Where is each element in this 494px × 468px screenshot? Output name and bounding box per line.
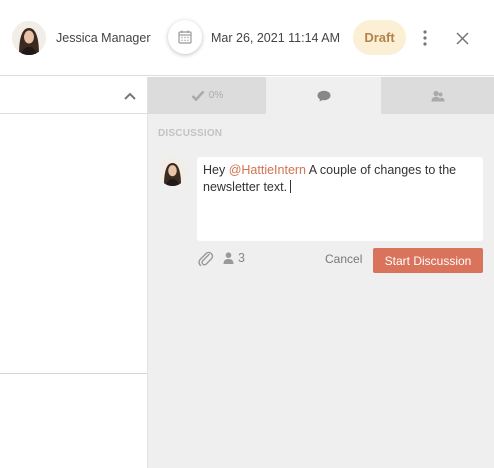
comment-input[interactable]: Hey @HattieIntern A couple of changes to… (197, 157, 483, 241)
cancel-button[interactable]: Cancel (325, 252, 362, 266)
divider (0, 373, 147, 374)
text-caret (290, 180, 292, 193)
paperclip-icon (198, 251, 214, 267)
collapse-button[interactable] (120, 86, 140, 106)
due-date[interactable]: Mar 26, 2021 11:14 AM (211, 31, 340, 45)
user-name: Jessica Manager (56, 31, 151, 45)
comment-icon (317, 90, 330, 101)
user-icon (223, 252, 234, 264)
start-discussion-button[interactable]: Start Discussion (373, 248, 483, 273)
task-progress-label: 0% (208, 90, 224, 101)
commenter-avatar (158, 157, 187, 186)
close-icon (455, 31, 469, 45)
participants-indicator[interactable]: 3 (223, 251, 245, 265)
discussion-panel: 0% DISCUSSION Hey @HattieIntern A couple… (147, 77, 494, 468)
participant-count: 3 (238, 251, 245, 265)
task-header: Jessica Manager Mar 26, 2021 11:14 AM Dr… (0, 0, 494, 76)
calendar-button[interactable] (168, 20, 202, 54)
tab-tasks[interactable]: 0% (148, 77, 266, 114)
calendar-icon (178, 30, 192, 44)
close-button[interactable] (452, 28, 472, 48)
panel-tabs: 0% (148, 77, 494, 114)
checkmark-icon (191, 90, 205, 101)
tab-discussion[interactable] (266, 77, 381, 114)
more-vertical-icon (423, 30, 427, 46)
section-title: DISCUSSION (158, 128, 223, 139)
user-avatar[interactable] (12, 21, 46, 55)
comment-prefix: Hey (203, 163, 229, 177)
attach-button[interactable] (197, 250, 215, 268)
status-badge[interactable]: Draft (353, 20, 406, 55)
more-options-button[interactable] (416, 27, 434, 49)
tab-members[interactable] (381, 77, 494, 114)
mention-link[interactable]: @HattieIntern (229, 163, 306, 177)
collapse-row (0, 77, 147, 114)
users-icon (431, 90, 445, 101)
content-pane (0, 77, 147, 468)
chevron-up-icon (124, 92, 136, 100)
